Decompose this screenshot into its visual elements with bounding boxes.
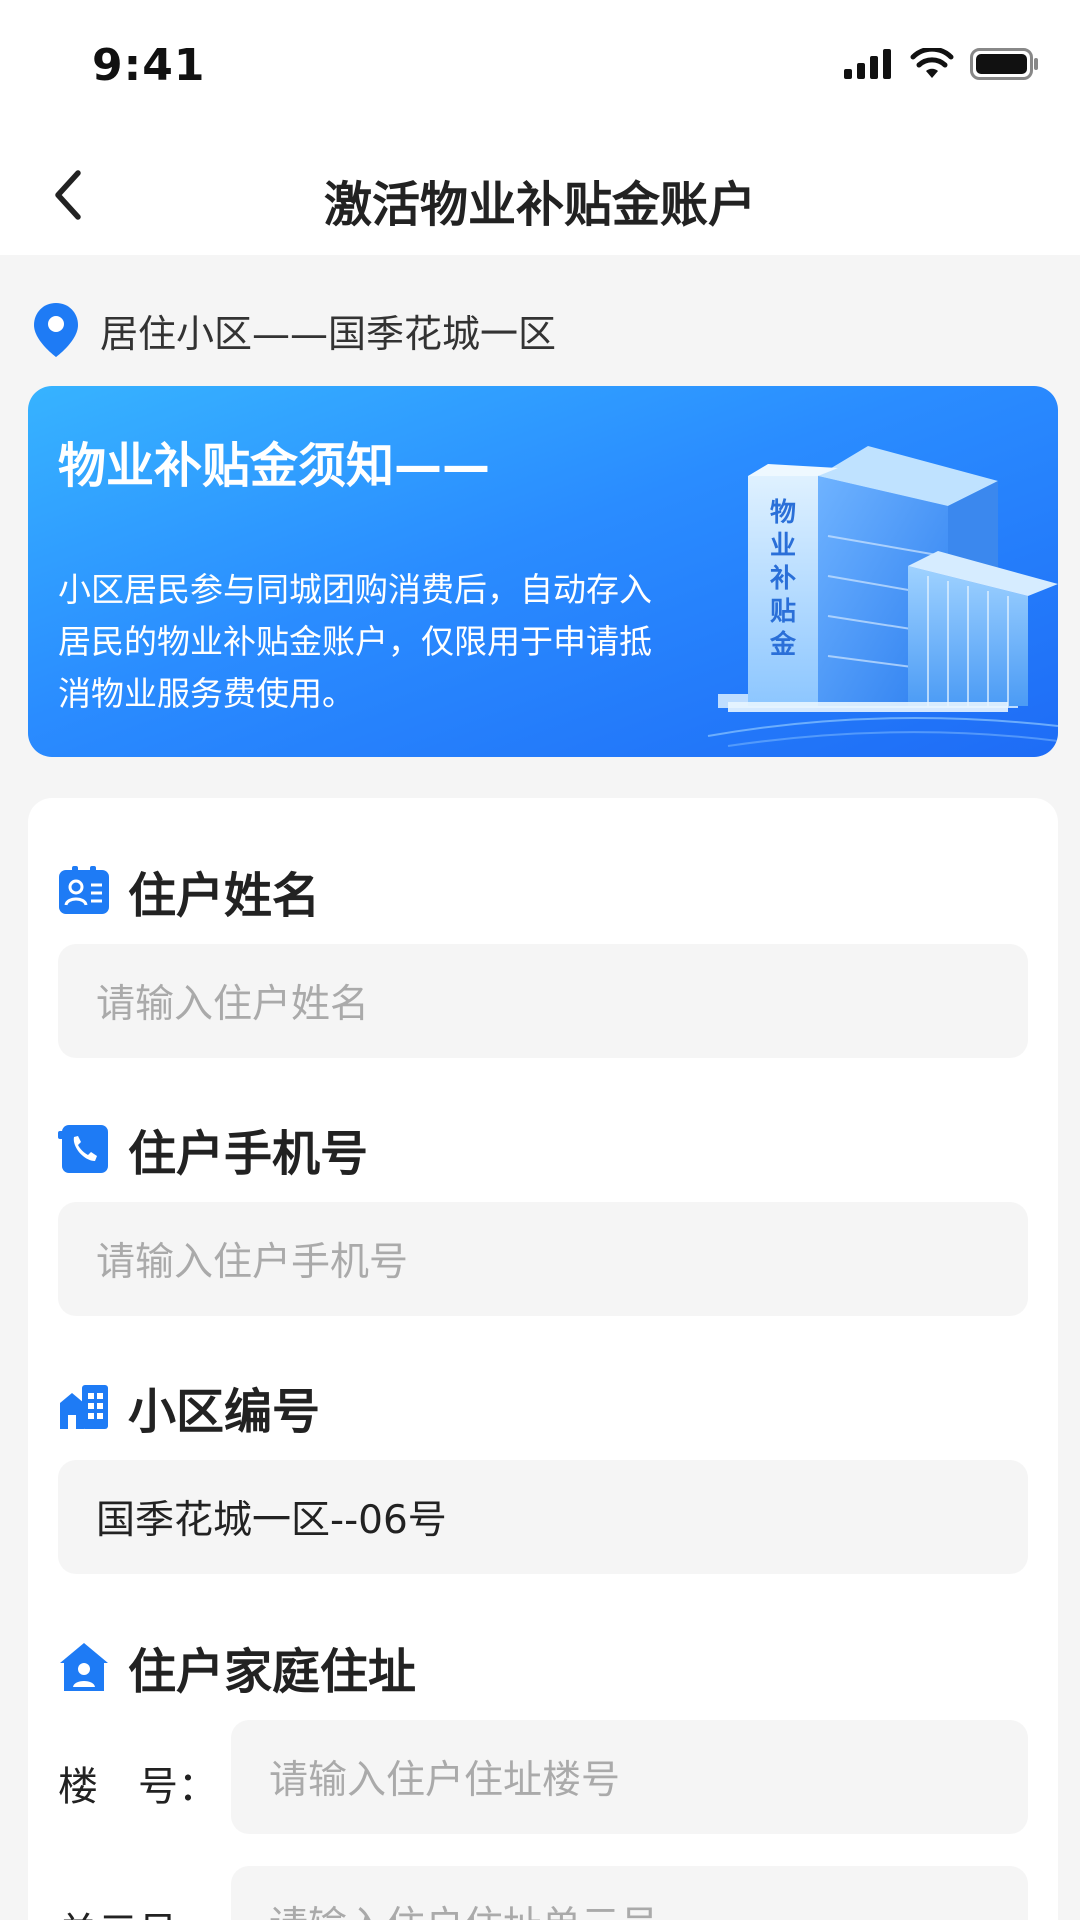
phone-label-row: 住户手机号 [58, 1114, 368, 1184]
building-number-label: 楼 号： [58, 1764, 218, 1810]
location-row: 居住小区——国季花城一区 [32, 300, 556, 360]
name-label: 住户姓名 [128, 868, 321, 924]
svg-text:业: 业 [770, 531, 796, 561]
svg-text:贴: 贴 [770, 597, 796, 627]
home-icon [58, 1641, 110, 1693]
banner-title: 物业补贴金须知—— [58, 438, 491, 494]
page-title: 激活物业补贴金账户 [323, 177, 756, 233]
location-pin-icon [34, 303, 78, 357]
notice-banner: 物业补贴金须知—— 小区居民参与同城团购消费后，自动存入居民的物业补贴金账户，仅… [28, 386, 1058, 757]
building-illustration: 物 业 补 贴 金 [707, 446, 1058, 747]
phone-icon [58, 1123, 110, 1175]
battery-icon [970, 48, 1038, 80]
svg-text:补: 补 [770, 564, 796, 594]
status-bar: 9:41 [0, 0, 1080, 135]
svg-text:金: 金 [769, 629, 797, 660]
building-number-input[interactable]: 请输入住户住址楼号 [231, 1720, 1028, 1834]
app-screen: 9:41 激活物业补贴金账户 居住小区——国季花城一区 物业补贴金须知—— 小区… [0, 0, 1080, 1920]
community-label: 小区编号 [128, 1384, 321, 1440]
nav-bar: 激活物业补贴金账户 [0, 135, 1080, 255]
signal-icon [844, 49, 891, 79]
building-icon [58, 1381, 110, 1433]
name-input[interactable]: 请输入住户姓名 [58, 944, 1028, 1058]
banner-text: 小区居民参与同城团购消费后，自动存入居民的物业补贴金账户，仅限用于申请抵消物业服… [58, 570, 652, 713]
id-card-icon [58, 865, 110, 917]
community-number-field[interactable]: 国季花城一区--06号 [58, 1460, 1028, 1574]
community-label-row: 小区编号 [58, 1372, 320, 1442]
status-time: 9:41 [92, 40, 206, 91]
name-label-row: 住户姓名 [58, 856, 320, 926]
svg-text:物: 物 [770, 498, 796, 528]
wifi-icon [910, 48, 954, 78]
phone-label: 住户手机号 [128, 1126, 369, 1182]
form-card: 住户姓名 请输入住户姓名 住户手机号 请输入住户手机号 小区编号 国季花城一区-… [28, 798, 1058, 1920]
address-label: 住户家庭住址 [128, 1644, 417, 1700]
location-text: 居住小区——国季花城一区 [100, 311, 557, 356]
unit-number-input[interactable]: 请输入住户住址单元号 [231, 1866, 1028, 1920]
address-label-row: 住户家庭住址 [58, 1632, 416, 1702]
phone-input[interactable]: 请输入住户手机号 [58, 1202, 1028, 1316]
status-icons [844, 48, 1040, 80]
unit-number-label: 单元号： [58, 1900, 218, 1920]
